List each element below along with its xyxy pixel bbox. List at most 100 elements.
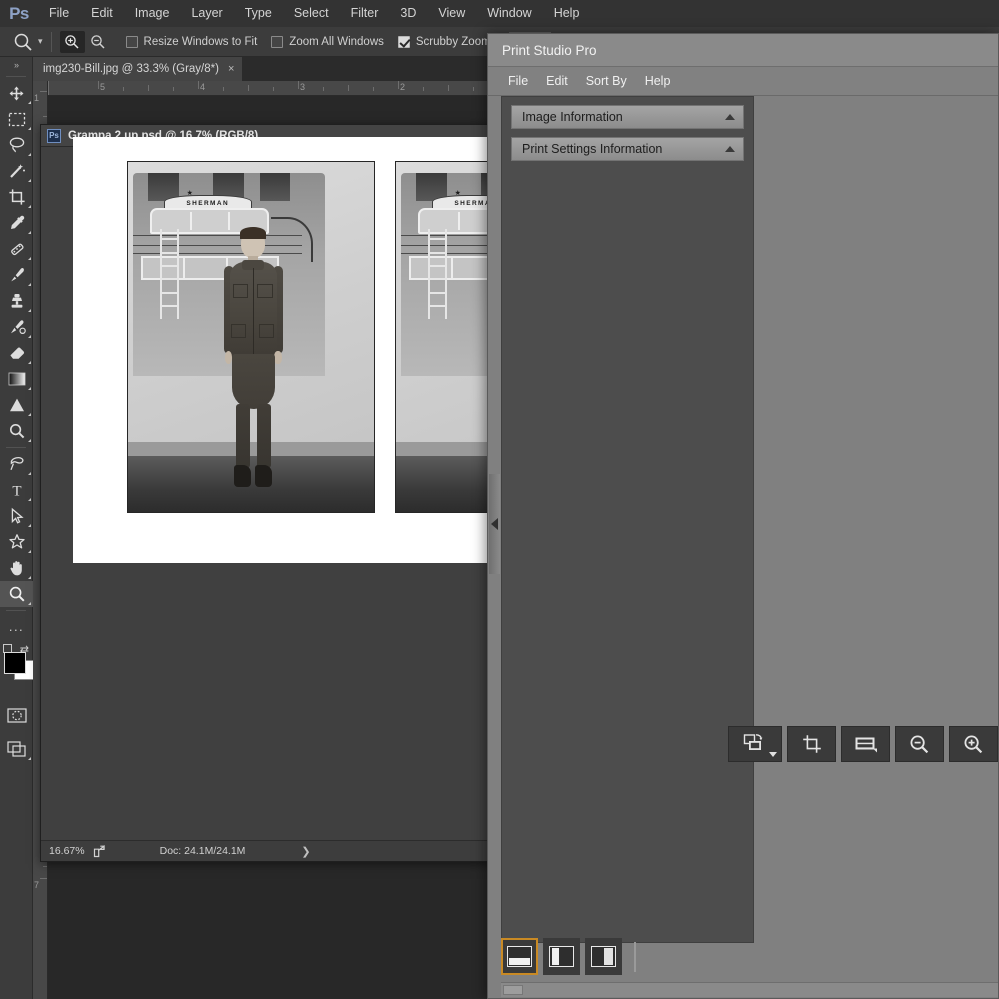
status-zoom-level[interactable]: 16.67% bbox=[41, 845, 93, 857]
photoshop-menu-bar: Ps File Edit Image Layer Type Select Fil… bbox=[0, 0, 999, 27]
section-image-information[interactable]: Image Information bbox=[511, 105, 744, 129]
lasso-tool[interactable] bbox=[0, 132, 33, 158]
menu-image[interactable]: Image bbox=[124, 0, 181, 27]
photoshop-logo-icon: Ps bbox=[0, 0, 38, 27]
rectangular-marquee-tool[interactable] bbox=[0, 106, 33, 132]
toolbar-divider bbox=[6, 610, 26, 611]
print-studio-pro-titlebar[interactable]: Print Studio Pro bbox=[488, 34, 998, 67]
share-icon[interactable] bbox=[93, 845, 106, 858]
tool-preset-chevron-down-icon[interactable]: ▾ bbox=[38, 36, 43, 47]
ladder bbox=[160, 229, 179, 318]
menu-layer[interactable]: Layer bbox=[180, 0, 233, 27]
print-studio-pro-window: Print Studio Pro File Edit Sort By Help … bbox=[487, 33, 999, 999]
layout-button[interactable] bbox=[841, 726, 890, 762]
double-chevron-right-icon[interactable]: » bbox=[0, 57, 32, 73]
soldier-breeches bbox=[232, 354, 274, 410]
screen-mode-icon[interactable] bbox=[0, 736, 33, 762]
hand-tool[interactable] bbox=[0, 555, 33, 581]
zoom-out-button[interactable] bbox=[895, 726, 944, 762]
smokestack bbox=[260, 173, 291, 201]
panel-collapse-handle[interactable] bbox=[489, 474, 500, 574]
menu-edit[interactable]: Edit bbox=[80, 0, 124, 27]
print-studio-pro-menu-bar: File Edit Sort By Help bbox=[488, 67, 998, 96]
ship-name-label: SHERMAN bbox=[186, 200, 229, 207]
path-selection-tool[interactable] bbox=[0, 503, 33, 529]
move-tool[interactable] bbox=[0, 80, 33, 106]
zoom-tool-icon[interactable] bbox=[12, 31, 34, 53]
eyedropper-tool[interactable] bbox=[0, 210, 33, 236]
menu-file[interactable]: File bbox=[38, 0, 80, 27]
magic-wand-tool[interactable] bbox=[0, 158, 33, 184]
soldier-pocket bbox=[233, 284, 248, 297]
eraser-tool[interactable] bbox=[0, 340, 33, 366]
psp-menu-file[interactable]: File bbox=[499, 67, 537, 96]
toolbar-divider bbox=[6, 76, 26, 77]
soldier-button-placket bbox=[253, 268, 255, 356]
quick-mask-icon[interactable] bbox=[0, 702, 33, 728]
artwork-page[interactable]: ★ SHERMAN bbox=[73, 137, 493, 563]
triangle-up-icon[interactable] bbox=[725, 114, 735, 120]
view-mode-split[interactable] bbox=[543, 938, 580, 975]
healing-brush-tool[interactable] bbox=[0, 236, 33, 262]
zoom-all-windows-checkbox[interactable]: Zoom All Windows bbox=[271, 36, 384, 48]
menu-type[interactable]: Type bbox=[234, 0, 283, 27]
orientation-rotate-button[interactable] bbox=[728, 726, 782, 762]
zoom-all-windows-label: Zoom All Windows bbox=[289, 36, 384, 48]
crop-button[interactable] bbox=[787, 726, 836, 762]
crop-tool[interactable] bbox=[0, 184, 33, 210]
menu-help[interactable]: Help bbox=[543, 0, 591, 27]
photograph-copy-1[interactable]: ★ SHERMAN bbox=[127, 161, 375, 513]
soldier-pocket bbox=[231, 324, 246, 337]
foreground-color-swatch[interactable] bbox=[4, 652, 26, 674]
psp-menu-edit[interactable]: Edit bbox=[537, 67, 577, 96]
scrubby-zoom-checkbox[interactable]: Scrubby Zoom bbox=[398, 36, 491, 48]
zoom-out-icon[interactable] bbox=[86, 31, 111, 53]
menu-window[interactable]: Window bbox=[476, 0, 542, 27]
clone-stamp-tool[interactable] bbox=[0, 288, 33, 314]
toolbar-divider bbox=[6, 447, 26, 448]
section-print-settings-information[interactable]: Print Settings Information bbox=[511, 137, 744, 161]
soldier-boot bbox=[255, 465, 272, 486]
ruler-label: 1 bbox=[34, 93, 39, 103]
menu-select[interactable]: Select bbox=[283, 0, 340, 27]
soldier-hair bbox=[240, 227, 266, 239]
view-mode-single[interactable] bbox=[501, 938, 538, 975]
zoom-tool[interactable] bbox=[0, 581, 33, 607]
chevron-down-icon[interactable] bbox=[769, 752, 777, 757]
print-studio-pro-title: Print Studio Pro bbox=[502, 43, 597, 58]
status-expand-icon[interactable]: ❯ bbox=[301, 845, 310, 858]
pen-tool[interactable] bbox=[0, 451, 33, 477]
psp-menu-help[interactable]: Help bbox=[636, 67, 680, 96]
ruler-label: 5 bbox=[100, 82, 105, 92]
view-mode-preview[interactable] bbox=[585, 938, 622, 975]
dodge-tool[interactable] bbox=[0, 418, 33, 444]
preview-pane-icon bbox=[591, 946, 616, 967]
preview-horizontal-scrollbar[interactable] bbox=[501, 982, 998, 997]
zoom-in-button[interactable] bbox=[949, 726, 998, 762]
psp-menu-sort-by[interactable]: Sort By bbox=[577, 67, 636, 96]
brush-tool[interactable] bbox=[0, 262, 33, 288]
menu-3d[interactable]: 3D bbox=[389, 0, 427, 27]
type-tool[interactable]: T bbox=[0, 477, 33, 503]
history-brush-tool[interactable] bbox=[0, 314, 33, 340]
ruler-label: 2 bbox=[400, 82, 405, 92]
soldier-hand bbox=[274, 351, 282, 364]
scrubby-zoom-label: Scrubby Zoom bbox=[416, 36, 491, 48]
menu-view[interactable]: View bbox=[427, 0, 476, 27]
resize-windows-to-fit-label: Resize Windows to Fit bbox=[144, 36, 258, 48]
resize-windows-to-fit-checkbox[interactable]: Resize Windows to Fit bbox=[126, 36, 258, 48]
more-tools-button[interactable]: ... bbox=[0, 614, 33, 640]
gradient-tool[interactable] bbox=[0, 366, 33, 392]
zoom-in-icon[interactable] bbox=[60, 31, 85, 53]
custom-shape-tool[interactable] bbox=[0, 529, 33, 555]
ruler-label: 3 bbox=[300, 82, 305, 92]
triangle-up-icon[interactable] bbox=[725, 146, 735, 152]
more-tools-label: ... bbox=[9, 622, 24, 632]
close-icon[interactable]: × bbox=[228, 63, 234, 75]
single-pane-icon bbox=[507, 946, 532, 967]
document-tab[interactable]: img230-Bill.jpg @ 33.3% (Gray/8*) × bbox=[33, 57, 243, 81]
menu-filter[interactable]: Filter bbox=[340, 0, 390, 27]
blur-tool[interactable] bbox=[0, 392, 33, 418]
soldier-pocket bbox=[259, 324, 274, 337]
photoshop-tools-panel: » bbox=[0, 57, 33, 999]
